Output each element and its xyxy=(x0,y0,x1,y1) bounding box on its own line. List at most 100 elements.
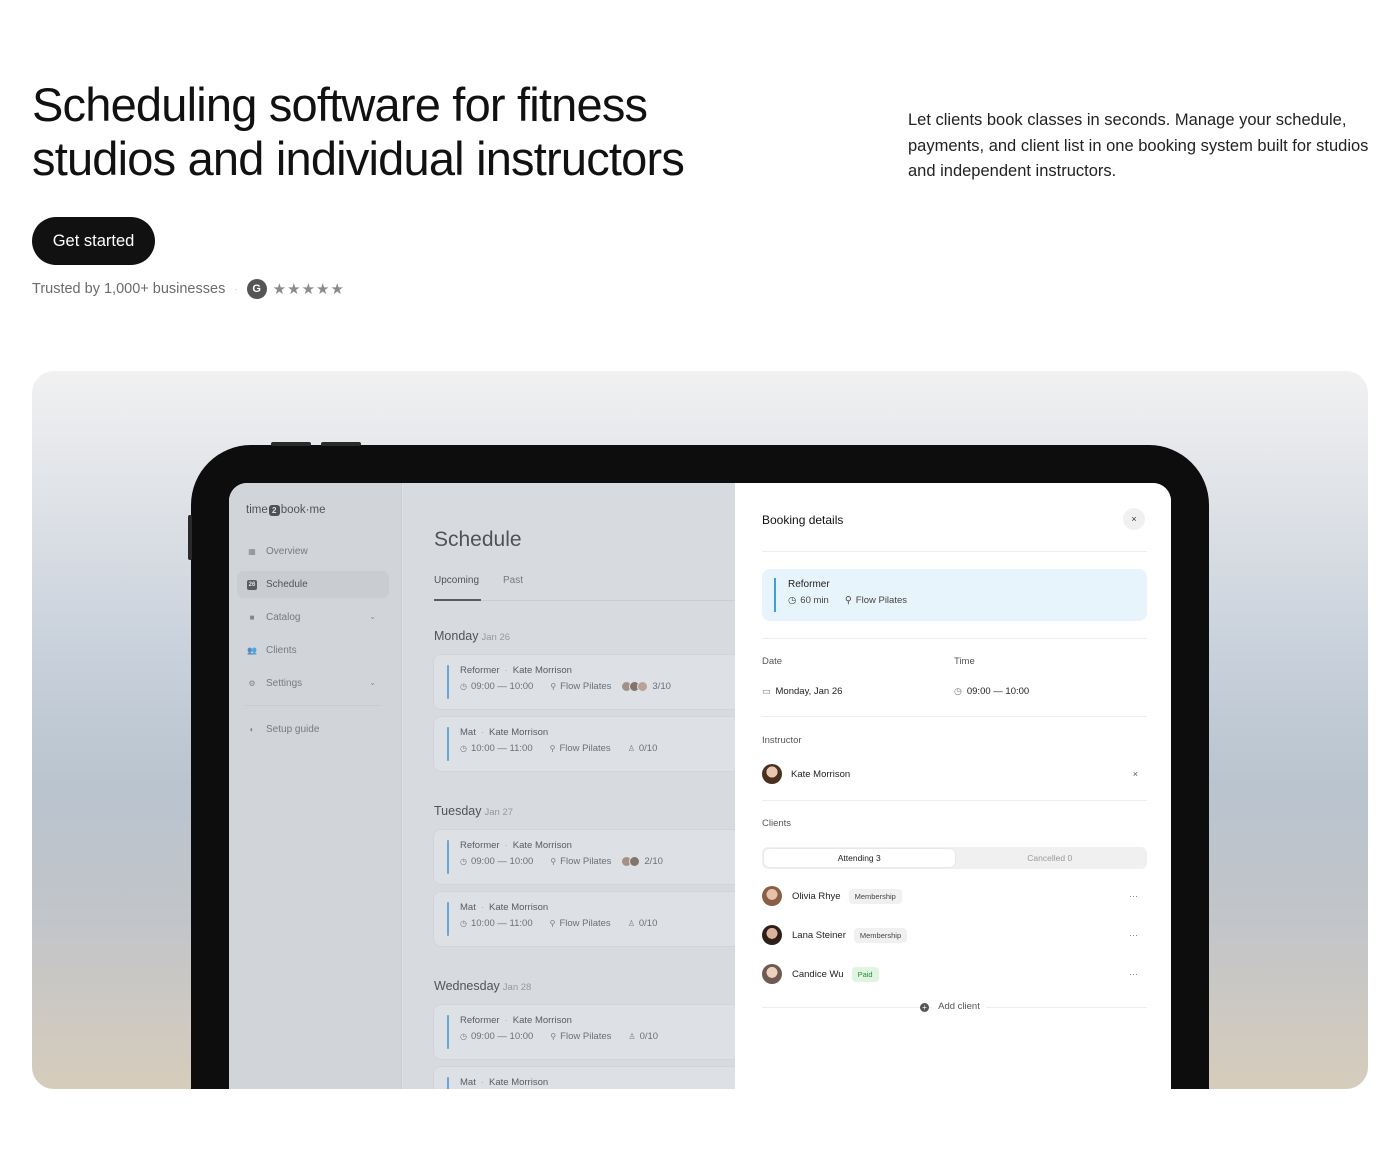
class-card[interactable]: Reformer · Kate Morrison ◷ 09:00 — 10:00 ⚲ F… xyxy=(434,830,735,884)
instructor-name: Kate Morrison xyxy=(512,840,572,851)
class-name: Mat xyxy=(460,902,476,913)
sidebar-divider xyxy=(245,705,381,706)
logo-text-prefix: time xyxy=(246,504,268,516)
instructor-name: Kate Morrison xyxy=(489,727,549,738)
close-icon: × xyxy=(1131,514,1137,524)
client-name: Candice Wu xyxy=(792,968,844,980)
sidebar-item-label: Clients xyxy=(266,645,297,656)
tab-attending[interactable]: Attending 3 xyxy=(764,849,955,867)
clock-icon: ◷ xyxy=(788,595,797,606)
class-card[interactable]: Mat · Kate Morrison ◷ 10:00 — 11:00 ⚲ Flow P… xyxy=(434,892,735,946)
tablet-frame: time 2 book·me ▦ Overview 26 Schedule ■ xyxy=(188,442,1209,1089)
day-date: Jan 26 xyxy=(481,632,511,643)
class-capacity: 0/10 xyxy=(638,743,658,754)
avatar xyxy=(762,886,782,906)
sidebar-item-setup-guide[interactable]: ◐ Setup guide xyxy=(237,716,389,743)
close-button[interactable]: × xyxy=(1123,508,1145,530)
avatar xyxy=(762,925,782,945)
app-logo: time 2 book·me xyxy=(246,504,325,516)
clients-label: Clients xyxy=(762,818,792,829)
tab-past[interactable]: Past xyxy=(503,575,523,586)
instructor-name: Kate Morrison xyxy=(489,902,549,913)
location-pin-icon: ⚲ xyxy=(844,595,852,606)
class-card[interactable]: Reformer · Kate Morrison ◷ 09:00 — 10:00 ⚲ F… xyxy=(434,1005,735,1059)
class-time: 09:00 — 10:00 xyxy=(470,856,534,867)
product-showcase: time 2 book·me ▦ Overview 26 Schedule ■ xyxy=(32,371,1368,1089)
schedule-main: Schedule Upcoming Past Monday Jan 26 Refo… xyxy=(403,483,735,1089)
sidebar-item-clients[interactable]: 👥 Clients xyxy=(237,637,389,664)
instructor-name: Kate Morrison xyxy=(512,1015,572,1026)
sidebar-item-schedule[interactable]: 26 Schedule xyxy=(237,571,389,598)
clock-icon: ◷ xyxy=(954,686,962,696)
divider xyxy=(762,638,1147,639)
class-location: Flow Pilates xyxy=(559,743,611,754)
time-label: Time xyxy=(954,656,975,667)
avatar xyxy=(637,681,649,692)
folder-icon: ■ xyxy=(249,613,255,622)
gear-icon: ⚙ xyxy=(248,679,256,688)
remove-instructor-icon[interactable]: × xyxy=(1133,769,1138,779)
divider xyxy=(762,800,1147,801)
client-name: Lana Steiner xyxy=(792,929,846,941)
class-name: Mat xyxy=(460,727,476,738)
tab-cancelled[interactable]: Cancelled 0 xyxy=(955,849,1146,867)
date-label: Date xyxy=(762,656,783,667)
class-location: Flow Pilates xyxy=(560,856,612,867)
hero-description: Let clients book classes in seconds. Man… xyxy=(908,111,1369,180)
class-duration: 60 min xyxy=(800,595,829,606)
sidebar-item-label: Catalog xyxy=(266,612,301,623)
add-client-button[interactable]: + Add client xyxy=(735,1001,1171,1012)
instructor-label: Instructor xyxy=(762,735,802,746)
get-started-button[interactable]: Get started xyxy=(32,217,155,265)
instructor-name: Kate Morrison xyxy=(512,665,572,676)
status-badge: Membership xyxy=(848,888,902,904)
plus-icon: + xyxy=(920,1003,930,1012)
avatar xyxy=(762,764,782,784)
sidebar-item-settings[interactable]: ⚙ Settings ⌄ xyxy=(237,670,389,697)
app-sidebar: time 2 book·me ▦ Overview 26 Schedule ■ xyxy=(229,483,402,1089)
client-row[interactable]: Lana Steiner Membership ··· xyxy=(762,923,1147,947)
tab-upcoming[interactable]: Upcoming xyxy=(434,575,479,586)
class-location: Flow Pilates xyxy=(855,595,907,606)
more-options-icon[interactable]: ··· xyxy=(1129,891,1138,901)
sidebar-item-catalog[interactable]: ■ Catalog ⌄ xyxy=(237,604,389,631)
tablet-button xyxy=(321,442,361,446)
client-row[interactable]: Olivia Rhye Membership ··· xyxy=(762,884,1147,908)
class-location: Flow Pilates xyxy=(560,1031,612,1042)
time-field[interactable]: ◷ 09:00 — 10:00 xyxy=(954,686,1029,697)
day-heading: Wednesday Jan 28 xyxy=(434,979,531,993)
instructor-name: Kate Morrison xyxy=(489,1077,549,1088)
calendar-icon: ▭ xyxy=(762,686,771,696)
more-options-icon[interactable]: ··· xyxy=(1129,969,1138,979)
class-name: Reformer xyxy=(460,665,500,676)
class-card[interactable]: Mat · Kate Morrison xyxy=(434,1067,735,1089)
chevron-down-icon: ⌄ xyxy=(369,678,376,687)
instructor-name: Kate Morrison xyxy=(791,768,851,780)
class-name: Reformer xyxy=(460,840,500,851)
date-field[interactable]: ▭ Monday, Jan 26 xyxy=(762,686,842,697)
clock-icon: ◷ xyxy=(460,682,467,691)
sidebar-item-label: Schedule xyxy=(266,579,308,590)
class-time: 10:00 — 11:00 xyxy=(470,743,533,754)
class-capacity: 0/10 xyxy=(639,1031,659,1042)
sidebar-item-label: Setup guide xyxy=(266,724,320,735)
date-value: Monday, Jan 26 xyxy=(775,686,843,697)
day-heading: Monday Jan 26 xyxy=(434,629,510,643)
class-name: Reformer xyxy=(460,1015,500,1026)
client-row[interactable]: Candice Wu Paid ··· xyxy=(762,962,1147,986)
divider xyxy=(762,551,1147,552)
rating-stars-icon: ★★★★★ xyxy=(272,281,345,298)
more-options-icon[interactable]: ··· xyxy=(1129,930,1138,940)
instructor-field[interactable]: Kate Morrison xyxy=(762,764,850,784)
grid-icon: ▦ xyxy=(248,547,256,556)
trust-row: Trusted by 1,000+ businesses · G ★★★★★ xyxy=(32,278,345,300)
g2-logo-icon: G xyxy=(246,279,267,299)
sidebar-item-overview[interactable]: ▦ Overview xyxy=(237,538,389,565)
day-date: Jan 28 xyxy=(502,982,532,993)
users-icon: 👥 xyxy=(247,646,257,655)
attendee-avatars xyxy=(621,856,641,867)
clock-icon: ◷ xyxy=(460,744,467,753)
class-card[interactable]: Mat · Kate Morrison ◷ 10:00 — 11:00 ⚲ Flow P… xyxy=(434,717,735,771)
class-card[interactable]: Reformer · Kate Morrison ◷ 09:00 — 10:00 ⚲ F… xyxy=(434,655,735,709)
calendar-icon: 26 xyxy=(247,579,257,590)
